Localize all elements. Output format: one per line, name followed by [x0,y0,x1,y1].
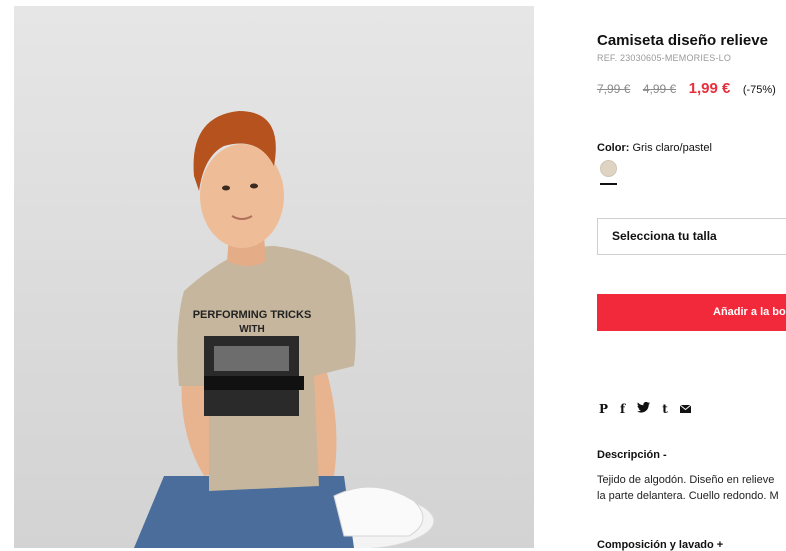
price-row: 7,99 € 4,99 € 1,99 € (-75%) [597,80,776,98]
tumblr-icon[interactable]: t [662,402,668,416]
product-ref: REF. 23030605-MEMORIES-LO [597,53,732,63]
description-text: Tejido de algodón. Diseño en relieve la … [597,472,786,504]
description-line-1: Tejido de algodón. Diseño en relieve [597,474,775,486]
description-toggle[interactable]: Descripción - [597,449,667,461]
color-label: Color: [597,142,630,154]
composition-toggle[interactable]: Composición y lavado + [597,539,723,551]
size-select[interactable]: Selecciona tu talla [597,218,786,255]
facebook-icon[interactable]: f [620,402,625,416]
shirt-print-line2: WITH [239,324,265,335]
swatch-selected-indicator [600,183,617,185]
twitter-icon[interactable] [637,401,651,416]
mail-icon[interactable] [679,402,692,416]
color-row: Color: Gris claro/pastel [597,142,712,154]
color-value: Gris claro/pastel [632,142,712,154]
shirt-print-line1: PERFORMING TRICKS [193,309,312,321]
add-to-bag-button[interactable]: Añadir a la bolsa [597,294,786,331]
pinterest-icon[interactable]: P [599,402,608,416]
product-photo: PERFORMING TRICKS WITH [14,6,534,548]
description-line-2: la parte delantera. Cuello redondo. M [597,490,779,502]
model-illustration: PERFORMING TRICKS WITH [134,111,435,548]
discount-badge: (-75%) [742,84,776,96]
share-bar: P f t [599,401,692,416]
product-title: Camiseta diseño relieve [597,32,768,49]
product-info-panel: Camiseta diseño relieve REF. 23030605-ME… [597,0,786,551]
previous-price: 4,99 € [642,82,677,96]
original-price: 7,99 € [597,82,631,96]
current-price: 1,99 € [688,80,731,97]
color-swatch[interactable] [600,160,617,177]
